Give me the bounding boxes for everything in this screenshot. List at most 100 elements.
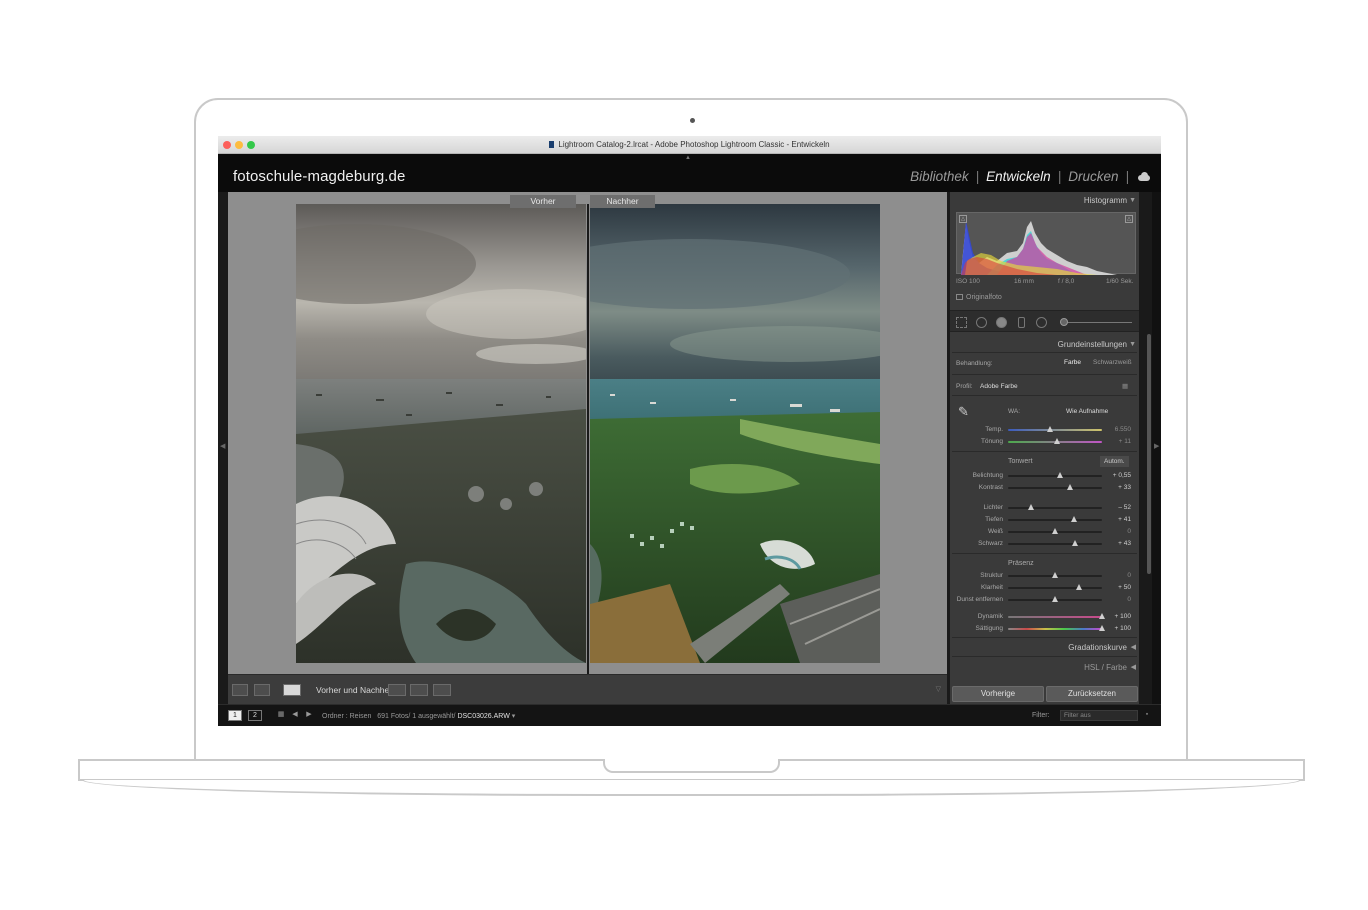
profile-select[interactable]: Adobe Farbe	[980, 383, 1018, 390]
toggle-before-after-button[interactable]	[433, 684, 451, 696]
left-panel-toggle[interactable]: ◀	[218, 192, 228, 704]
red-eye-icon[interactable]	[996, 317, 1007, 328]
copy-before-to-after-button[interactable]	[410, 684, 428, 696]
spot-removal-icon[interactable]	[976, 317, 987, 328]
filter-lock-icon[interactable]: ▪	[1143, 710, 1151, 721]
panel-scrollbar[interactable]	[1147, 334, 1151, 574]
white-balance-picker-icon[interactable]: ✎	[958, 404, 969, 420]
wb-select[interactable]: Wie Aufnahme	[1066, 408, 1108, 415]
adjustment-brush-icon[interactable]	[1060, 318, 1068, 326]
whites-label: Weiß	[987, 528, 1003, 535]
histogram-title: Histogramm	[1083, 196, 1127, 205]
before-after-view-button[interactable]	[283, 684, 301, 696]
panel-separator	[952, 395, 1137, 396]
cloud-sync-icon[interactable]	[1137, 171, 1151, 182]
swap-before-after-button[interactable]	[388, 684, 406, 696]
treatment-color-button[interactable]: Farbe	[1060, 357, 1085, 368]
toolbar-options-icon[interactable]: ▽	[936, 685, 941, 693]
clarity-label: Klarheit	[980, 584, 1003, 591]
collapse-histogram-icon: ▼	[1129, 197, 1136, 204]
temp-value[interactable]: 6.550	[1115, 426, 1131, 433]
reset-button[interactable]: Zurücksetzen	[1046, 686, 1138, 702]
main-screen-button[interactable]: 1	[228, 710, 242, 721]
source-breadcrumb[interactable]: Ordner : Reisen 691 Fotos/ 1 ausgewählt/…	[322, 712, 515, 720]
contrast-slider-track[interactable]	[1008, 487, 1102, 489]
shadows-slider-knob[interactable]	[1070, 516, 1077, 522]
graduated-filter-icon[interactable]	[1018, 317, 1025, 328]
treatment-bw-button[interactable]: Schwarzweiß	[1089, 357, 1136, 368]
vibrance-slider-track[interactable]	[1008, 616, 1102, 618]
exposure-slider-track[interactable]	[1008, 475, 1102, 477]
loupe-view-button[interactable]	[232, 684, 248, 696]
tint-value[interactable]: + 11	[1119, 438, 1131, 445]
panel-separator	[952, 637, 1137, 638]
profile-browser-icon[interactable]: ▦	[1122, 382, 1128, 390]
hsl-header[interactable]: HSL / Farbe ◀	[950, 661, 1139, 675]
exposure-slider-knob[interactable]	[1056, 472, 1063, 478]
highlights-slider-knob[interactable]	[1027, 504, 1034, 510]
vibrance-slider-knob[interactable]	[1099, 613, 1105, 619]
shadows-value[interactable]: + 41	[1118, 516, 1131, 523]
filter-select[interactable]: Filter aus	[1060, 710, 1138, 721]
module-drucken[interactable]: Drucken	[1061, 169, 1125, 184]
clarity-slider-knob[interactable]	[1075, 584, 1082, 590]
blacks-slider-track[interactable]	[1008, 543, 1102, 545]
hsl-title: HSL / Farbe	[1084, 663, 1127, 672]
module-bibliothek[interactable]: Bibliothek	[903, 169, 976, 184]
contrast-value[interactable]: + 33	[1118, 484, 1131, 491]
highlights-value[interactable]: – 52	[1118, 504, 1131, 511]
highlight-clipping-icon[interactable]: △	[1125, 215, 1133, 223]
develop-toolbar: Vorher und Nachher: ▽	[228, 674, 947, 704]
tone-curve-header[interactable]: Gradationskurve ◀	[950, 641, 1139, 655]
blacks-value[interactable]: + 43	[1118, 540, 1131, 547]
whites-value[interactable]: 0	[1127, 528, 1131, 535]
blacks-slider-knob[interactable]	[1071, 540, 1078, 546]
grid-view-icon[interactable]: ▦	[274, 710, 288, 721]
histogram-header[interactable]: Histogramm ▼	[950, 194, 1139, 208]
temp-slider-track[interactable]	[1008, 429, 1102, 431]
highlights-label: Lichter	[983, 504, 1003, 511]
back-arrow-icon[interactable]: ◀	[288, 710, 302, 721]
texture-value[interactable]: 0	[1127, 572, 1131, 579]
texture-slider-knob[interactable]	[1052, 572, 1058, 578]
contrast-slider-knob[interactable]	[1067, 484, 1074, 490]
vibrance-value[interactable]: + 100	[1115, 613, 1131, 620]
original-photo-checkbox[interactable]: Originalfoto	[956, 294, 1002, 301]
tint-slider-knob[interactable]	[1053, 438, 1060, 444]
saturation-value[interactable]: + 100	[1115, 625, 1131, 632]
saturation-slider-track[interactable]	[1008, 628, 1102, 630]
clarity-value[interactable]: + 50	[1118, 584, 1131, 591]
module-entwickeln[interactable]: Entwickeln	[979, 169, 1058, 184]
auto-tone-button[interactable]: Autom.	[1100, 456, 1129, 467]
filename-dropdown-icon: ▾	[511, 713, 516, 720]
exposure-value[interactable]: + 0,55	[1113, 472, 1131, 479]
previous-button[interactable]: Vorherige	[952, 686, 1044, 702]
temp-slider-knob[interactable]	[1047, 426, 1054, 432]
module-picker: Bibliothek | Entwickeln | Drucken |	[903, 169, 1151, 184]
collapse-top-arrow-icon[interactable]: ▲	[685, 155, 691, 161]
treatment-label: Behandlung:	[956, 360, 993, 367]
laptop-notch	[603, 759, 780, 773]
dehaze-value[interactable]: 0	[1127, 596, 1131, 603]
highlights-slider-track[interactable]	[1008, 507, 1102, 509]
crop-tool-icon[interactable]	[956, 317, 967, 328]
shadow-clipping-icon[interactable]: △	[959, 215, 967, 223]
whites-slider-knob[interactable]	[1052, 528, 1058, 534]
radial-filter-icon[interactable]	[1036, 317, 1047, 328]
saturation-slider-knob[interactable]	[1099, 625, 1105, 631]
forward-arrow-icon[interactable]: ▶	[302, 710, 316, 721]
compare-view-button[interactable]	[254, 684, 270, 696]
basic-header[interactable]: Grundeinstellungen ▼	[950, 338, 1139, 352]
shadows-slider-track[interactable]	[1008, 519, 1102, 521]
checkbox-icon	[956, 294, 963, 300]
after-photo-image	[590, 204, 880, 663]
exif-aperture: f / 8,0	[1058, 278, 1075, 285]
second-screen-button[interactable]: 2	[248, 710, 262, 721]
temp-label: Temp.	[985, 426, 1003, 433]
right-panel-toggle[interactable]: ▶	[1152, 192, 1161, 704]
before-after-divider	[587, 204, 589, 674]
dehaze-label: Dunst entfernen	[956, 596, 1003, 603]
clarity-slider-track[interactable]	[1008, 587, 1102, 589]
dehaze-slider-knob[interactable]	[1052, 596, 1058, 602]
window-title: Lightroom Catalog-2.lrcat - Adobe Photos…	[218, 140, 1161, 149]
